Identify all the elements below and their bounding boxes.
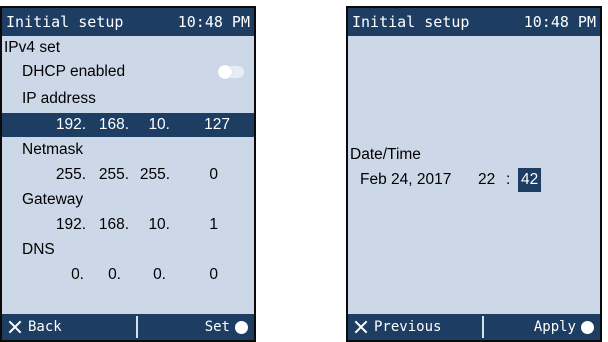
time-separator: : — [506, 171, 511, 188]
gateway-label-row: Gateway — [2, 188, 254, 212]
close-icon — [354, 320, 368, 334]
previous-button[interactable]: Previous — [354, 314, 441, 340]
gateway-octet-4[interactable]: 1 — [178, 213, 218, 237]
close-icon — [8, 320, 22, 334]
title-bar: Initial setup 10:48 PM — [2, 8, 254, 36]
ipv4-setup-screen: Initial setup 10:48 PM IPv4 set DHCP ena… — [0, 6, 256, 342]
dhcp-toggle[interactable] — [218, 65, 244, 79]
set-button[interactable]: Set — [205, 314, 248, 340]
netmask-field[interactable]: 255. 255. 255. 0 — [2, 163, 254, 187]
datetime-label-row: Date/Time — [348, 143, 600, 167]
dns-octet-4[interactable]: 0 — [178, 263, 218, 287]
screen-title: Initial setup — [6, 13, 124, 31]
ip-octet-1[interactable]: 192. — [46, 113, 86, 137]
ok-circle-icon — [581, 320, 594, 334]
datetime-panel: Date/Time Feb 24, 2017 22 : 42 — [348, 36, 600, 314]
ok-circle-icon — [235, 320, 248, 334]
gateway-label: Gateway — [22, 191, 84, 208]
netmask-octet-2[interactable]: 255. — [89, 163, 129, 187]
dns-octet-1[interactable]: 0. — [44, 263, 84, 287]
clock: 10:48 PM — [523, 13, 596, 31]
dns-label: DNS — [22, 241, 55, 258]
softkey-divider — [136, 316, 138, 338]
netmask-label: Netmask — [22, 141, 84, 158]
previous-label: Previous — [374, 319, 442, 335]
netmask-octet-3[interactable]: 255. — [130, 163, 170, 187]
ip-octet-4[interactable]: 127 — [190, 113, 230, 137]
gateway-octet-2[interactable]: 168. — [89, 213, 129, 237]
netmask-octet-4[interactable]: 0 — [178, 163, 218, 187]
title-bar: Initial setup 10:48 PM — [348, 8, 600, 36]
dhcp-label: DHCP enabled — [22, 63, 126, 80]
dns-octet-2[interactable]: 0. — [81, 263, 121, 287]
apply-label: Apply — [533, 319, 576, 335]
screen-title: Initial setup — [352, 13, 470, 31]
ip-octet-2[interactable]: 168. — [89, 113, 129, 137]
minute-value[interactable]: 42 — [518, 168, 542, 192]
ip-address-label: IP address — [22, 90, 96, 107]
toggle-knob — [218, 65, 232, 79]
dns-field[interactable]: 0. 0. 0. 0 — [2, 263, 254, 287]
ip-octet-3[interactable]: 10. — [130, 113, 170, 137]
set-label: Set — [204, 319, 230, 335]
clock: 10:48 PM — [177, 13, 250, 31]
back-button[interactable]: Back — [8, 314, 62, 340]
dns-label-row: DNS — [2, 238, 254, 262]
softkey-bar: Previous Apply — [348, 314, 600, 340]
dns-octet-3[interactable]: 0. — [126, 263, 166, 287]
section-label: IPv4 set — [4, 39, 60, 56]
back-label: Back — [28, 319, 62, 335]
datetime-field[interactable]: Feb 24, 2017 22 : 42 — [348, 168, 600, 192]
ip-address-field[interactable]: 192. 168. 10. 127 — [2, 113, 254, 137]
ip-address-label-row: IP address — [2, 87, 254, 111]
netmask-label-row: Netmask — [2, 138, 254, 162]
date-value[interactable]: Feb 24, 2017 — [360, 168, 451, 192]
datetime-setup-screen: Initial setup 10:48 PM Date/Time Feb 24,… — [346, 6, 602, 342]
apply-button[interactable]: Apply — [534, 314, 594, 340]
softkey-bar: Back Set — [2, 314, 254, 340]
ipv4-settings-panel: IPv4 set DHCP enabled IP address 192. 16… — [2, 36, 254, 314]
hour-value[interactable]: 22 — [478, 168, 495, 192]
gateway-octet-3[interactable]: 10. — [130, 213, 170, 237]
dhcp-row[interactable]: DHCP enabled — [2, 60, 254, 84]
netmask-octet-1[interactable]: 255. — [46, 163, 86, 187]
gateway-octet-1[interactable]: 192. — [46, 213, 86, 237]
softkey-divider — [482, 316, 484, 338]
datetime-label: Date/Time — [350, 146, 421, 163]
section-header: IPv4 set — [2, 36, 254, 60]
gateway-field[interactable]: 192. 168. 10. 1 — [2, 213, 254, 237]
